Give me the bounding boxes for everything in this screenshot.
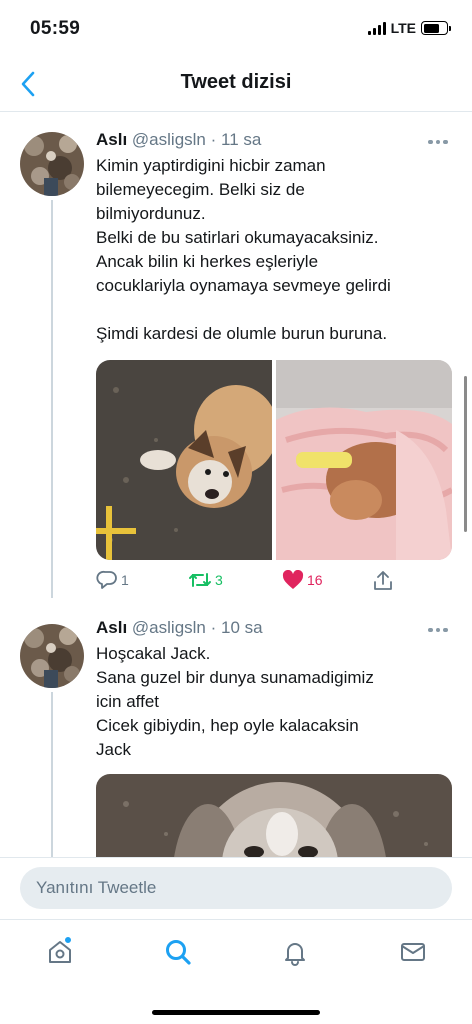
tab-home[interactable] [42,934,78,970]
share-icon [374,571,392,590]
tab-notifications[interactable] [277,934,313,970]
nav-header: Tweet dizisi [0,58,472,112]
search-icon [166,940,191,965]
tweet-time: 11 sa [221,130,262,149]
notification-dot [64,936,72,944]
cell-signal-icon [367,21,386,35]
meta-separator: · [210,618,217,637]
reply-input[interactable]: Yanıtını Tweetle [20,867,452,909]
tweet-actions: 1 3 16 [96,570,452,594]
tweet-header: Aslı @asligsln · 10 sa [96,618,263,638]
notifications-icon [285,943,305,966]
page-title: Tweet dizisi [180,71,292,93]
status-time: 05:59 [30,18,81,39]
avatar[interactable] [20,132,84,196]
tab-search[interactable] [160,934,196,970]
reply-bar: Yanıtını Tweetle [0,857,472,919]
home-indicator[interactable] [152,1010,320,1015]
author-handle[interactable]: @asligsln [132,130,206,149]
media-photo[interactable] [96,360,278,560]
share-button[interactable] [372,570,394,592]
more-options-icon[interactable] [428,625,450,635]
tab-messages[interactable] [395,934,431,970]
puppy-photo [96,360,278,560]
tweet-text: Hoşcakal Jack. Sana guzel bir dunya suna… [96,644,374,759]
avatar[interactable] [20,624,84,688]
like-button[interactable]: 16 [282,570,323,590]
meta-separator: · [210,130,217,149]
puppy-photo [96,774,452,857]
battery-icon [421,21,451,35]
messages-icon [401,943,425,961]
retweet-count: 3 [215,572,223,588]
puppy-in-blanket-photo [276,360,452,560]
more-options-icon[interactable] [428,137,450,147]
heart-icon [282,570,304,589]
retweet-button[interactable]: 3 [188,570,223,590]
thread-connector [51,692,53,857]
retweet-icon [189,573,211,587]
tweet-time: 10 sa [221,618,263,637]
tweet-text: Kimin yaptirdigini hicbir zaman bilemeye… [96,156,391,343]
scrollbar[interactable] [464,376,467,532]
author-name[interactable]: Aslı [96,618,127,637]
network-type: LTE [390,20,416,36]
like-count: 16 [307,572,323,588]
media-photo[interactable] [276,360,452,560]
status-bar: 05:59 LTE [0,0,472,58]
reply-count: 1 [121,572,129,588]
thread-connector [51,200,53,598]
media-photo[interactable] [96,774,452,857]
status-indicators: LTE [367,20,451,36]
tweet-thread[interactable]: Aslı @asligsln · 11 sa Kimin yaptirdigin… [0,112,472,857]
tweet-header: Aslı @asligsln · 11 sa [96,130,261,150]
tweet-media [96,360,452,560]
author-name[interactable]: Aslı [96,130,127,149]
tweet-media [96,774,452,857]
tab-bar [0,919,472,1024]
reply-button[interactable]: 1 [96,570,129,590]
author-handle[interactable]: @asligsln [132,618,206,637]
reply-icon [96,570,117,589]
